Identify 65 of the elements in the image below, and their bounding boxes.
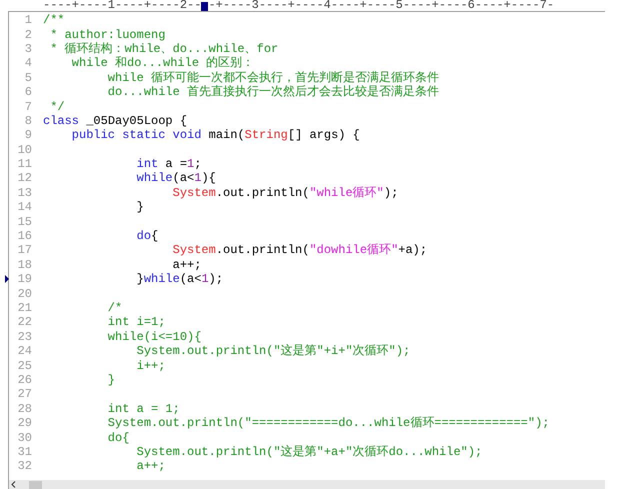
code-line: while 和do...while 的区别：: [70, 56, 254, 70]
line-number: 11: [16, 157, 32, 172]
line-number: 25: [16, 358, 32, 373]
ruler: ----+----1----+----2-- -+----3----+----4----+----5----+----6----+----7-: [8, 0, 605, 12]
code-line: }while(a<1);: [136, 272, 224, 286]
line-number: 31: [16, 444, 32, 459]
line-number: 9: [24, 128, 32, 142]
line-number: 18: [16, 258, 32, 272]
line-number: 2: [24, 28, 32, 42]
line-number: 10: [16, 142, 32, 157]
line-number: 3: [24, 42, 32, 56]
code-line: }: [106, 372, 116, 387]
code-line: * author:luomeng: [49, 28, 166, 42]
line-number: 26: [16, 372, 32, 387]
horizontal-scrollbar[interactable]: [9, 480, 605, 489]
code-line: */: [49, 100, 65, 114]
line-number: 27: [16, 387, 32, 402]
line-number: 6: [24, 85, 32, 100]
code-line: System.out.println("============do...while循环=============");: [106, 416, 550, 430]
line-number: 16: [16, 229, 32, 244]
line-number: 4: [24, 56, 32, 70]
line-number: 1: [24, 13, 32, 28]
code-line: a++;: [136, 459, 166, 474]
line-number: 29: [16, 416, 32, 430]
line-number: 15: [16, 214, 32, 229]
scrollbar-thumb[interactable]: [29, 480, 42, 488]
line-number: 30: [16, 430, 32, 445]
code-line: int a =1;: [136, 157, 202, 172]
code-line: do...while 首先直接执行一次然后才会去比较是否满足条件: [106, 85, 440, 100]
line-number: 17: [16, 243, 32, 258]
code-line: System.out.println("这是第"+a+"次循环do...while");: [136, 444, 482, 459]
code-line: class _05Day05Loop {: [43, 114, 188, 128]
code-line: /*: [106, 301, 122, 315]
code-line: i++;: [136, 358, 166, 373]
line-number: 7: [24, 100, 32, 114]
code-line: System.out.println("这是第"+i+"次循环");: [136, 344, 410, 358]
code-line: do{: [136, 229, 158, 244]
code-line: public static void main(String[] args) {: [70, 128, 360, 142]
line-number: 13: [16, 186, 32, 200]
code-line: int a = 1;: [106, 402, 180, 416]
code-line: while 循环可能一次都不会执行，首先判断是否满足循环条件: [106, 70, 440, 85]
code-line: a++;: [172, 258, 202, 272]
code-line: while(a<1){: [136, 171, 216, 186]
code-line: System.out.println("while循环");: [172, 186, 398, 200]
code-line: System.out.println("dowhile循环"+a);: [172, 243, 428, 258]
line-number: 22: [16, 315, 32, 330]
code-line: do{: [106, 430, 130, 445]
line-number: 24: [16, 344, 32, 358]
line-number: 23: [16, 330, 32, 344]
line-number: 32: [16, 459, 32, 474]
code-line: while(i<=10){: [106, 330, 202, 344]
ruler-cursor-icon: [201, 2, 208, 11]
line-number: 20: [16, 286, 32, 301]
scroll-left-icon[interactable]: [9, 480, 17, 488]
line-number: 21: [16, 301, 32, 315]
line-number: 28: [16, 402, 32, 416]
code-line: int i=1;: [106, 315, 166, 330]
code-line: /**: [43, 13, 65, 28]
line-number: 14: [16, 200, 32, 214]
line-number: 12: [16, 171, 32, 186]
line-number: 5: [24, 70, 32, 85]
line-number: 8: [24, 114, 32, 128]
line-number: 19: [16, 272, 32, 286]
code-line: * 循环结构：while、do...while、for: [49, 42, 278, 56]
code-line: }: [136, 200, 144, 214]
